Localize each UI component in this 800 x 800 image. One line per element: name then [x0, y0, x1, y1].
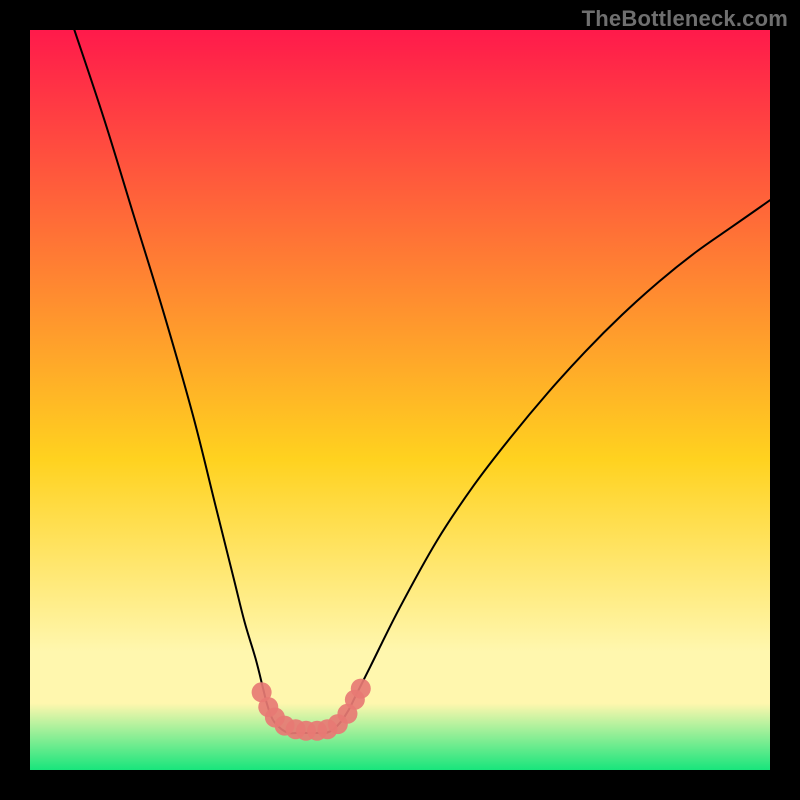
gradient-background — [30, 30, 770, 770]
plot-area — [30, 30, 770, 770]
highlight-dot — [351, 679, 371, 699]
watermark-text: TheBottleneck.com — [582, 6, 788, 32]
chart-svg — [30, 30, 770, 770]
chart-frame: TheBottleneck.com — [0, 0, 800, 800]
